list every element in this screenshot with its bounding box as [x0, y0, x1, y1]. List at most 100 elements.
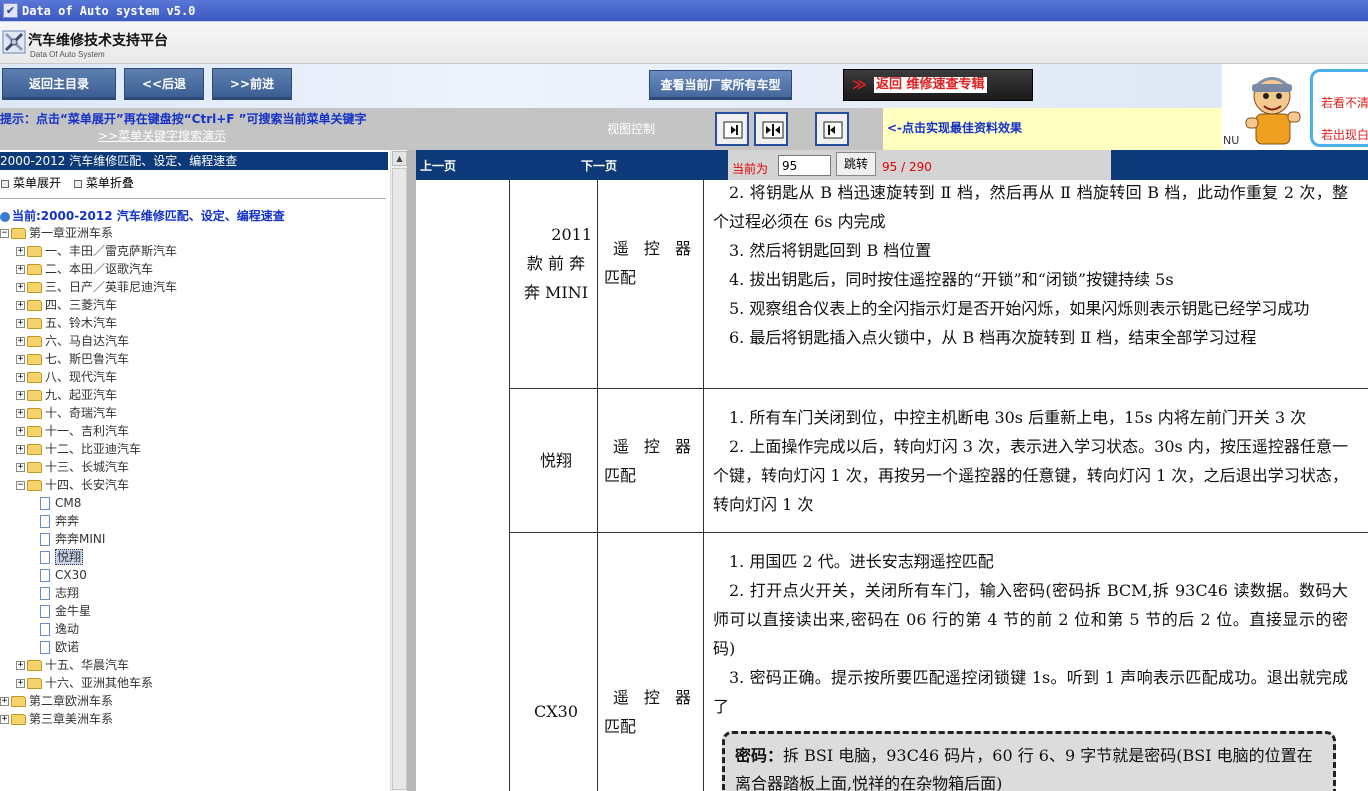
scroll-thumb[interactable] — [392, 168, 407, 790]
quick-lookup-button[interactable]: ≫ 返回 维修速查专辑 — [843, 69, 1033, 101]
expand-toggle-icon[interactable]: + — [0, 697, 9, 706]
menu-expand-button[interactable]: 菜单展开 — [0, 176, 65, 190]
menu-collapse-button[interactable]: 菜单折叠 — [73, 176, 138, 190]
tree-folder-item[interactable]: + 十二、比亚迪汽车 — [16, 440, 141, 458]
forward-button[interactable]: >>前进 — [212, 68, 292, 100]
sidebar-divider — [0, 198, 386, 199]
view-all-models-button[interactable]: 查看当前厂家所有车型 — [649, 70, 792, 100]
expand-toggle-icon[interactable]: + — [16, 373, 25, 382]
pane-splitter[interactable] — [407, 150, 416, 791]
expand-toggle-icon[interactable]: + — [16, 247, 25, 256]
page-number-input[interactable] — [778, 155, 831, 176]
tree-item-label: 志翔 — [55, 586, 80, 600]
prev-page-link[interactable]: 上一页 — [420, 157, 456, 174]
tree-folder-item[interactable]: + 七、斯巴鲁汽车 — [16, 350, 129, 368]
tree-leaf-item[interactable]: CM8 — [40, 494, 81, 512]
expand-toggle-icon[interactable]: + — [0, 715, 9, 724]
tree-folder-item[interactable]: + 四、三菱汽车 — [16, 296, 117, 314]
expand-toggle-icon[interactable]: + — [16, 337, 25, 346]
model-cell: CX30 — [512, 697, 600, 726]
expand-toggle-icon[interactable]: + — [16, 409, 25, 418]
folder-icon — [11, 228, 26, 239]
expand-toggle-icon[interactable]: + — [16, 265, 25, 274]
tree-folder-item[interactable]: + 六、马自达汽车 — [16, 332, 129, 350]
tree-folder-item[interactable]: + 十六、亚洲其他车系 — [16, 674, 153, 692]
table-border-col2 — [703, 180, 704, 791]
expand-toggle-icon[interactable]: + — [16, 427, 25, 436]
tree-folder-item[interactable]: − 第一章亚洲车系 — [0, 224, 113, 242]
expand-toggle-icon[interactable]: + — [16, 301, 25, 310]
sidebar-header: 2000-2012 汽车维修匹配、设定、编程速查 — [0, 152, 388, 170]
tree-folder-item[interactable]: + 十、奇瑞汽车 — [16, 404, 117, 422]
tree-folder-item[interactable]: + 一、丰田／雷克萨斯汽车 — [16, 242, 177, 260]
tree-folder-item[interactable]: + 第三章美洲车系 — [0, 710, 113, 728]
tree-folder-item[interactable]: + 五、铃木汽车 — [16, 314, 117, 332]
function-line: 匹配 — [604, 268, 637, 287]
view-expand-right-button[interactable] — [715, 112, 749, 146]
scroll-up-icon[interactable]: ▲ — [392, 151, 407, 166]
current-page-label: 当前为 — [732, 162, 769, 176]
collapse-toggle-icon[interactable]: − — [16, 481, 25, 490]
tree-leaf-item[interactable]: CX30 — [40, 566, 87, 584]
model-cell: 悦翔 — [512, 446, 600, 475]
tree-folder-item[interactable]: + 九、起亚汽车 — [16, 386, 117, 404]
arrow-left-bar-icon — [823, 121, 843, 139]
collapse-toggle-icon[interactable]: − — [0, 229, 9, 238]
tree-leaf-item[interactable]: 悦翔 — [40, 548, 84, 566]
tree-leaf-item[interactable]: 金牛星 — [40, 602, 91, 620]
model-cell: 2011 款 前 奔 奔 MINI — [512, 220, 600, 307]
sidebar-scrollbar[interactable]: ▲ — [390, 150, 407, 791]
expand-toggle-icon[interactable]: + — [16, 319, 25, 328]
expand-icon — [1, 179, 9, 188]
tree-folder-item[interactable]: − 十四、长安汽车 — [16, 476, 129, 494]
goto-page-button[interactable]: 跳转 — [836, 152, 876, 176]
expand-toggle-icon[interactable]: + — [16, 355, 25, 364]
next-page-link[interactable]: 下一页 — [581, 157, 617, 174]
view-split-button[interactable] — [754, 112, 788, 146]
main-toolbar: 返回主目录 <<后退 >>前进 查看当前厂家所有车型 ≫ 返回 维修速查专辑 — [0, 64, 1222, 108]
tree-leaf-item[interactable]: 志翔 — [40, 584, 79, 602]
tree-item-label: 五、铃木汽车 — [45, 316, 118, 330]
tree-item-label: 第二章欧洲车系 — [29, 694, 114, 708]
tree-folder-item[interactable]: + 十五、华晨汽车 — [16, 656, 129, 674]
view-expand-left-button[interactable] — [815, 112, 849, 146]
folder-icon — [27, 336, 42, 347]
tree-folder-item[interactable]: + 二、本田／讴歌汽车 — [16, 260, 153, 278]
tree-item-label: 十五、华晨汽车 — [45, 658, 130, 672]
tree-folder-item[interactable]: + 十一、吉利汽车 — [16, 422, 129, 440]
description-line: 2. 将钥匙从 B 档迅速旋转到 Ⅱ 档，然后再从 Ⅱ 档旋转回 B 档，此动作… — [713, 183, 1348, 231]
document-icon — [40, 569, 50, 582]
back-button[interactable]: <<后退 — [124, 68, 204, 100]
promo-line-1: 若看不清 — [1321, 96, 1368, 110]
tree-item-label: 七、斯巴鲁汽车 — [45, 352, 130, 366]
tree-folder-item[interactable]: + 八、现代汽车 — [16, 368, 117, 386]
tree-item-label: 奔奔 — [55, 514, 80, 528]
expand-toggle-icon[interactable]: + — [16, 463, 25, 472]
description-line: 5. 观察组合仪表上的全闪指示灯是否开始闪烁，如果闪烁则表示钥匙已经学习成功 — [729, 299, 1310, 318]
tree-leaf-item[interactable]: 欧诺 — [40, 638, 79, 656]
expand-toggle-icon[interactable]: + — [16, 661, 25, 670]
model-line: 款 前 奔 — [526, 254, 586, 273]
window-title-bar: ✔ Data of Auto system v5.0 — [0, 0, 1368, 22]
current-location-label: 当前:2000-2012 汽车维修匹配、设定、编程速查 — [12, 209, 285, 223]
search-demo-link[interactable]: >>菜单关键字搜索演示 — [98, 127, 226, 144]
tree-folder-item[interactable]: + 第二章欧洲车系 — [0, 692, 113, 710]
expand-toggle-icon[interactable]: + — [16, 445, 25, 454]
description-line: 4. 拔出钥匙后，同时按住遥控器的“开锁”和“闭锁”按键持续 5s — [729, 270, 1174, 289]
tree-folder-item[interactable]: + 三、日产／英菲尼迪汽车 — [16, 278, 177, 296]
tree-folder-item[interactable]: + 十三、长城汽车 — [16, 458, 129, 476]
menu-collapse-label: 菜单折叠 — [85, 176, 134, 190]
folder-icon — [27, 354, 42, 365]
globe-icon — [0, 211, 10, 222]
expand-toggle-icon[interactable]: + — [16, 283, 25, 292]
home-button[interactable]: 返回主目录 — [2, 68, 116, 100]
expand-toggle-icon[interactable]: + — [16, 391, 25, 400]
document-icon — [40, 587, 50, 600]
expand-toggle-icon[interactable]: + — [16, 679, 25, 688]
tree-leaf-item[interactable]: 奔奔MINI — [40, 530, 105, 548]
tree-item-label: 四、三菱汽车 — [45, 298, 118, 312]
tree-leaf-item[interactable]: 逸动 — [40, 620, 79, 638]
window-title: Data of Auto system v5.0 — [22, 4, 196, 18]
tree-leaf-item[interactable]: 奔奔 — [40, 512, 79, 530]
brand-subtitle: Data Of Auto System — [30, 50, 105, 59]
